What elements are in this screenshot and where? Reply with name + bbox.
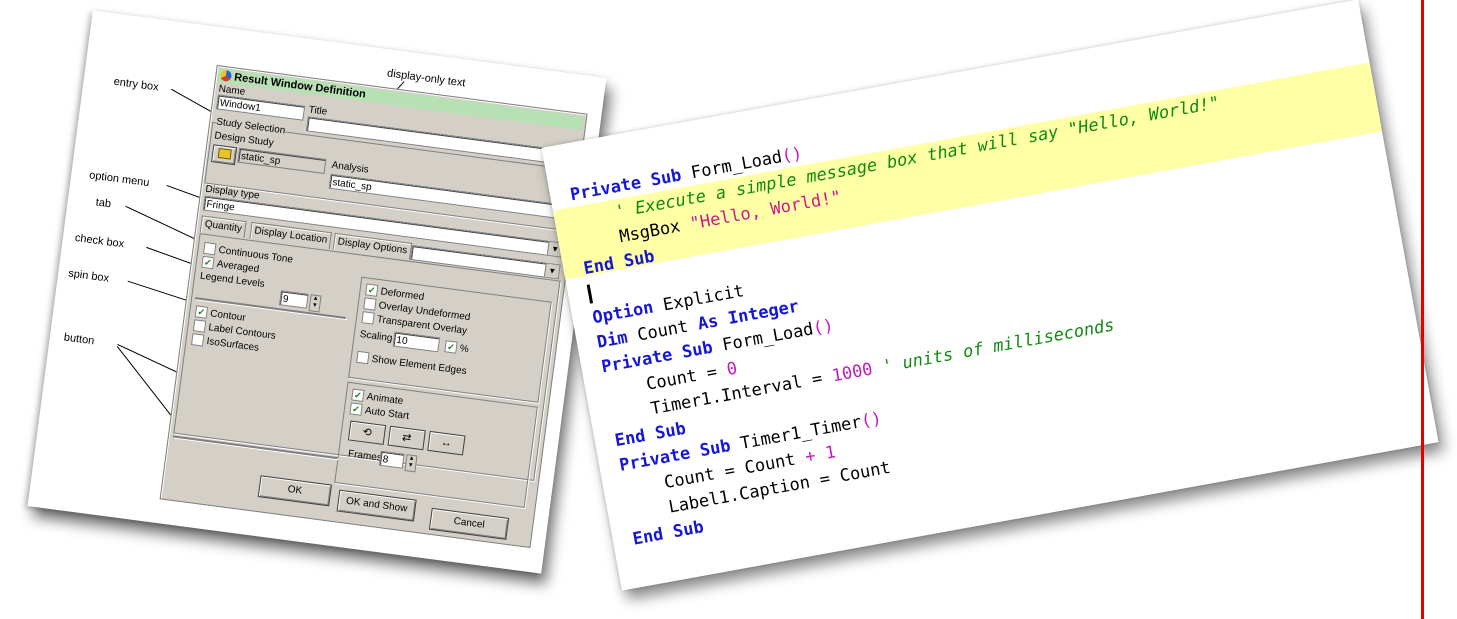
- check-icon: ✓: [364, 283, 379, 297]
- checkbox-box: [191, 333, 205, 347]
- spin-arrows-icon[interactable]: ▲ ▼: [308, 294, 322, 313]
- text-cursor: [586, 283, 593, 304]
- name-input[interactable]: Window1: [215, 94, 306, 121]
- checkbox-box: [356, 350, 370, 365]
- cancel-button[interactable]: Cancel: [428, 507, 510, 540]
- chevron-down-icon[interactable]: ▼: [543, 263, 560, 279]
- result-window-dialog: Result Window Definition Name Title Wind…: [159, 64, 588, 549]
- check-icon: ✓: [194, 305, 209, 319]
- check-icon: ✓: [201, 255, 215, 270]
- checkbox-box: [361, 311, 375, 325]
- legend-levels-spinbox[interactable]: 9: [278, 290, 309, 309]
- checkbox-box: [192, 319, 207, 333]
- percent-label: %: [459, 342, 470, 355]
- dialog-figure: display-only text entry box option menu …: [27, 10, 607, 574]
- ok-and-show-button[interactable]: OK and Show: [336, 489, 417, 522]
- app-icon: [219, 69, 233, 82]
- red-divider-line: [1421, 0, 1424, 619]
- folder-icon: [217, 148, 232, 160]
- check-icon: ✓: [444, 340, 458, 354]
- check-icon: ✓: [349, 402, 363, 416]
- ok-button[interactable]: OK: [257, 475, 332, 507]
- code-editor-figure: Private Sub Form_Load() ' Execute a simp…: [541, 0, 1439, 591]
- checkbox-box: [203, 241, 217, 256]
- display-type-value: Fringe: [205, 198, 236, 214]
- check-icon: ✓: [351, 388, 365, 402]
- code-editor[interactable]: Private Sub Form_Load() ' Execute a simp…: [568, 66, 1280, 552]
- checkbox-box: [363, 297, 377, 311]
- ping-pong-icon: ↔: [440, 436, 453, 450]
- loop-icon: ⟲: [361, 426, 373, 440]
- frames-spinbox[interactable]: 8: [378, 450, 405, 469]
- spin-arrows-icon[interactable]: ▲ ▼: [404, 454, 418, 473]
- open-folder-button[interactable]: [211, 144, 238, 166]
- bounce-icon: ⇄: [401, 431, 413, 445]
